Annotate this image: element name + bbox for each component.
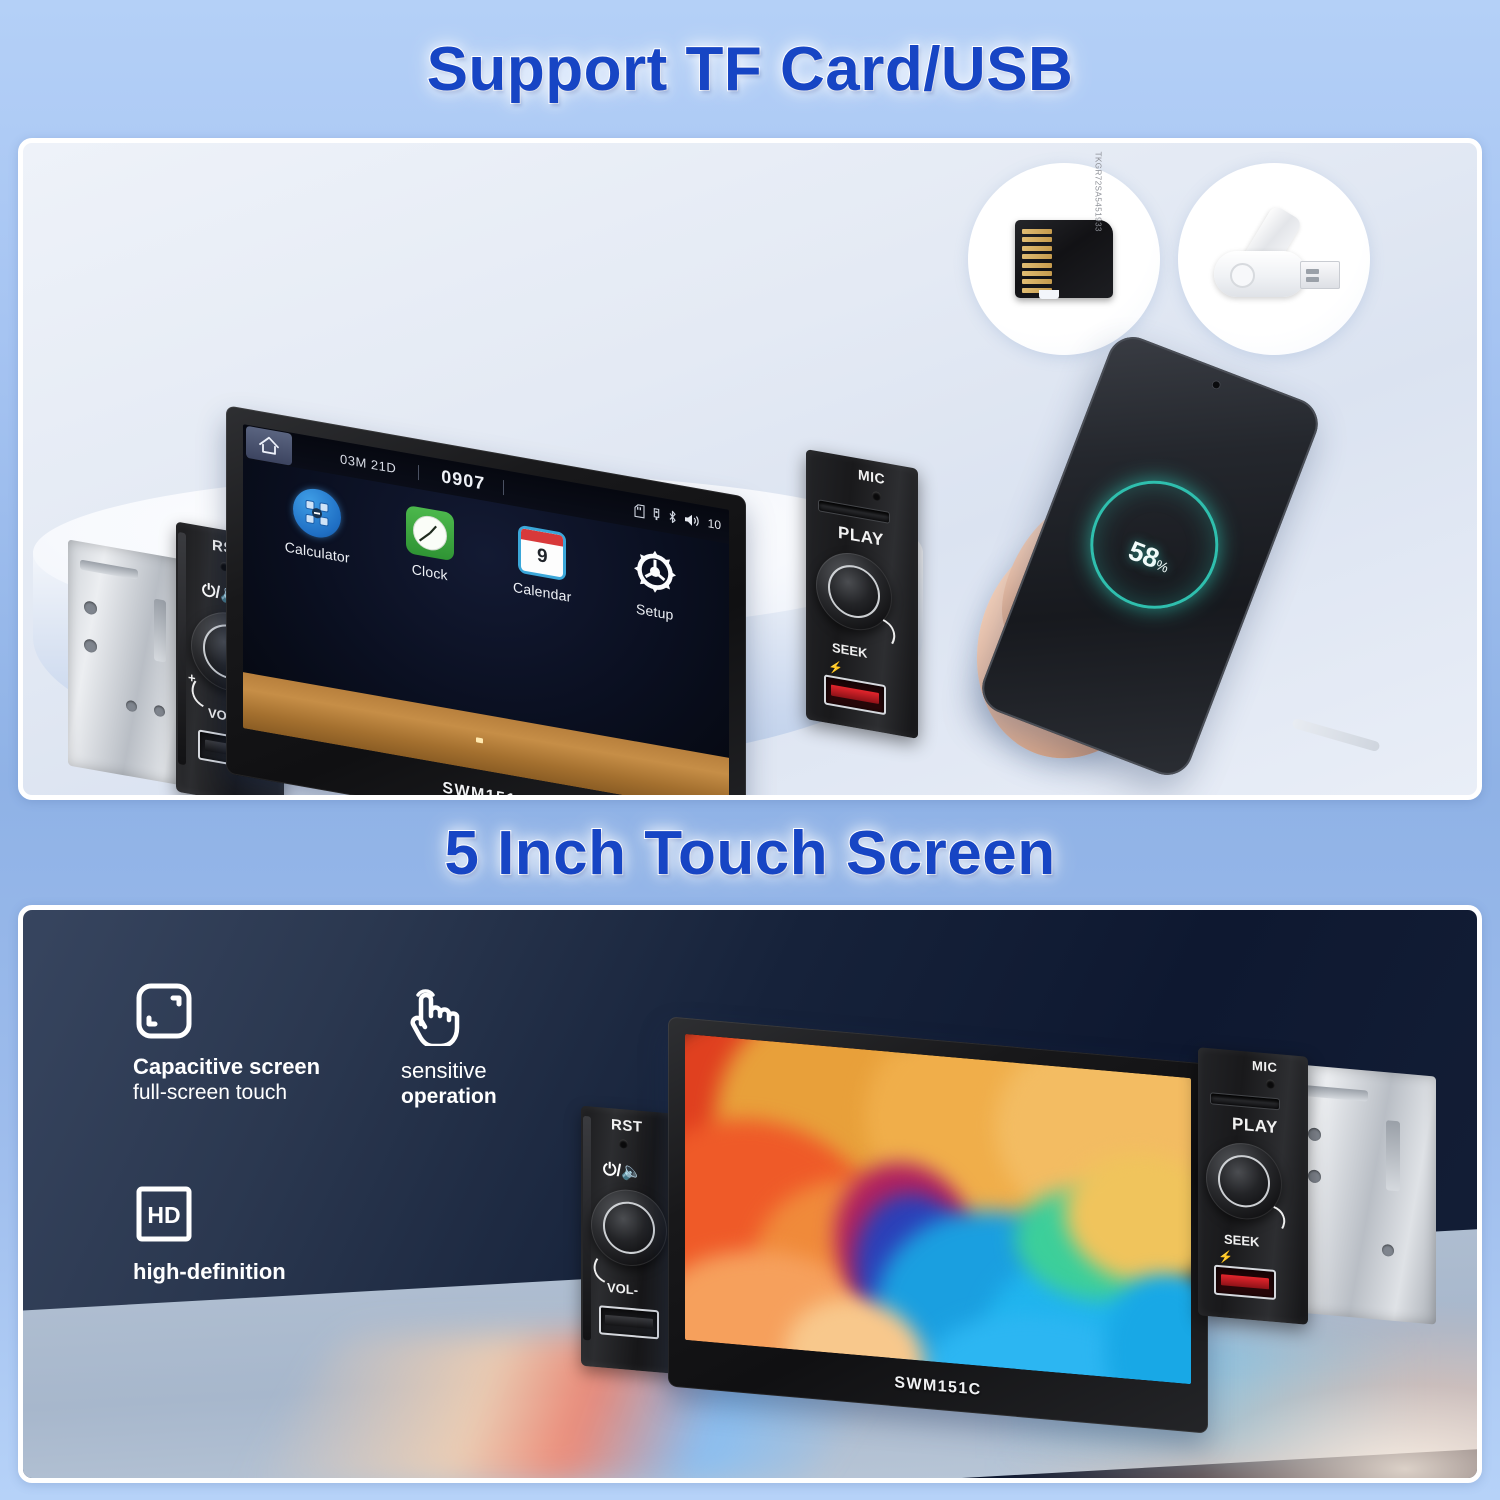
charging-cable — [1291, 717, 1381, 753]
chassis-screw-hole — [1308, 1127, 1321, 1142]
panel-edge-trim — [178, 531, 186, 766]
reset-label: RST — [611, 1116, 643, 1137]
reset-pinhole[interactable] — [619, 1138, 628, 1149]
volume-level: 10 — [707, 516, 721, 533]
calculator-icon — [293, 485, 342, 542]
tf-card-contacts — [1022, 229, 1052, 296]
usb-icon — [653, 507, 659, 521]
feature-title: high-definition — [133, 1259, 286, 1284]
chassis-screw-hole — [154, 704, 165, 718]
chassis-screw-hole — [84, 600, 97, 616]
chassis-vent — [80, 559, 138, 580]
lcd-screen[interactable]: 03M 21D 0907 10 Calculator Clock 9 Calen… — [243, 424, 729, 795]
feature-subtitle: full-screen touch — [133, 1081, 288, 1105]
chassis-screw-hole — [84, 638, 97, 654]
tf-card-slot[interactable] — [1210, 1092, 1280, 1111]
left-control-panel: RST ⏻/🔈 VOL- — [581, 1105, 681, 1375]
chassis-rail — [1386, 1120, 1400, 1192]
banner-support-tf-usb: Support TF Card/USB — [0, 34, 1500, 105]
usb-port[interactable] — [599, 1305, 659, 1340]
wallpaper-wood-strip — [243, 672, 729, 795]
usb-drive-circle — [1178, 163, 1370, 355]
bluetooth-icon — [669, 510, 676, 523]
feature-capacitive-screen: Capacitive screen full-screen touch — [133, 980, 320, 1107]
panel-tf-usb: RST ⏻/🔈 + VOL- 03M 21D — [18, 138, 1482, 800]
chassis-metal-housing — [1286, 1063, 1436, 1325]
tf-card-code: TKGR72SA5451933 — [1093, 151, 1102, 232]
feature-title: Capacitive screen — [133, 1054, 321, 1079]
panel-edge-trim — [583, 1115, 591, 1341]
fast-charge-bolt-icon: ⚡ — [828, 659, 843, 676]
sd-card-icon — [634, 504, 645, 519]
seek-label: SEEK — [1224, 1231, 1260, 1250]
tf-card: TKGR72SA5451933 — [1015, 152, 1113, 299]
usb-pivot — [1230, 263, 1255, 288]
chassis-screw-hole — [1308, 1169, 1321, 1184]
fullscreen-icon — [133, 980, 195, 1042]
status-divider — [418, 464, 420, 480]
splash-wallpaper — [685, 1033, 1191, 1385]
right-control-panel: MIC PLAY SEEK ⚡ — [1198, 1047, 1308, 1325]
app-label: Clock — [411, 560, 448, 584]
play-label: PLAY — [838, 522, 884, 550]
feature-high-definition: HD high-definition — [133, 1185, 286, 1285]
mic-label: MIC — [1252, 1057, 1278, 1076]
tf-card-circle: TKGR72SA5451933 — [968, 152, 1160, 355]
volume-plus-label: + — [188, 669, 196, 686]
right-control-panel: MIC PLAY SEEK ⚡ — [806, 449, 918, 739]
banner-top-text: Support TF Card/USB — [426, 34, 1074, 105]
app-label: Calculator — [284, 538, 350, 566]
tf-card-slot[interactable] — [818, 499, 890, 524]
banner-mid-text: 5 Inch Touch Screen — [443, 818, 1056, 889]
chassis-screw-hole — [1382, 1243, 1394, 1257]
car-stereo-unit-top: RST ⏻/🔈 + VOL- 03M 21D — [58, 405, 918, 795]
chassis-vent — [1302, 1084, 1368, 1102]
mic-label: MIC — [858, 466, 886, 488]
calendar-icon: 9 — [518, 524, 567, 582]
status-date: 03M 21D — [340, 450, 397, 476]
chassis-screw-hole — [126, 699, 137, 713]
usb-connector — [1300, 261, 1340, 289]
fast-charge-bolt-icon: ⚡ — [1218, 1248, 1233, 1265]
status-divider — [503, 479, 505, 495]
app-calculator[interactable]: Calculator — [271, 481, 363, 568]
phone-camera — [1210, 379, 1223, 391]
play-label: PLAY — [1232, 1114, 1278, 1138]
volume-icon — [684, 514, 699, 527]
phone-charging-scene: 58% — [943, 329, 1463, 788]
feature-subtitle: operation — [401, 1085, 497, 1109]
usb-charge-port[interactable] — [1214, 1264, 1276, 1301]
clock-face — [412, 513, 447, 554]
status-time: 0907 — [441, 465, 486, 494]
usb-flash-drive — [1208, 204, 1340, 307]
app-label: Setup — [635, 600, 674, 624]
status-icon-group: 10 — [634, 503, 721, 532]
panel-touch-screen: Capacitive screen full-screen touch sens… — [18, 905, 1482, 1483]
display-bezel: SWM151C — [668, 1016, 1208, 1434]
hd-icon: HD — [133, 1185, 195, 1247]
mic-pinhole — [872, 490, 881, 502]
lcd-screen[interactable] — [685, 1033, 1191, 1385]
tap-hand-icon — [401, 984, 463, 1049]
volume-minus-label: VOL- — [607, 1279, 639, 1298]
app-clock[interactable]: Clock — [384, 501, 476, 588]
usb-body — [1214, 251, 1306, 297]
feature-sensitive-operation: sensitive operation — [401, 984, 497, 1111]
car-stereo-unit-bottom: RST ⏻/🔈 VOL- SWM151C MIC PLAY SEEK ⚡ — [568, 1016, 1477, 1442]
banner-touch-screen: 5 Inch Touch Screen — [0, 818, 1500, 889]
mic-pinhole — [1266, 1079, 1275, 1089]
gear-icon — [631, 545, 679, 601]
app-setup[interactable]: Setup — [609, 541, 701, 628]
display-bezel: 03M 21D 0907 10 Calculator Clock 9 Calen… — [226, 405, 746, 795]
app-calendar[interactable]: 9 Calendar — [496, 521, 588, 608]
usb-charge-port[interactable] — [824, 674, 886, 716]
clock-icon — [405, 504, 454, 562]
feature-title: sensitive — [401, 1058, 487, 1083]
app-label: Calendar — [513, 578, 572, 606]
svg-text:HD: HD — [147, 1202, 180, 1228]
power-mute-icon: ⏻/🔈 — [603, 1159, 643, 1182]
chassis-rail — [154, 598, 166, 663]
